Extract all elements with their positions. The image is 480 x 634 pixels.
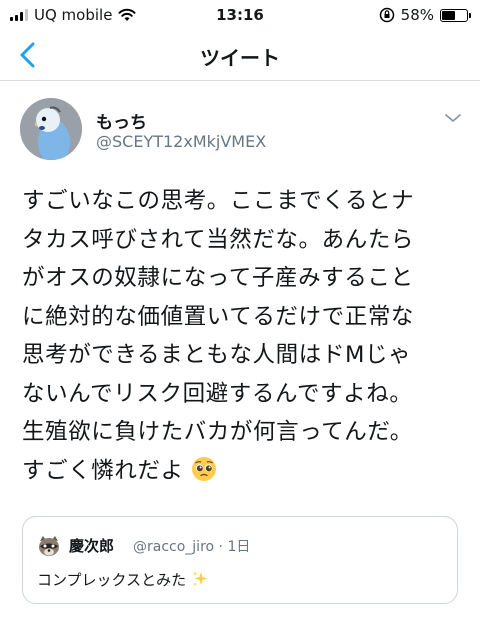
tweet-line: 思考ができるまともな人間はドMじゃ [22,342,412,368]
tweet-line: すごく憐れだよ [22,457,184,484]
cropped-timestamp-row [20,622,320,632]
avatar[interactable] [20,98,82,160]
sparkles-emoji-icon [192,571,208,587]
author-handle[interactable]: @SCEYT12xMkjVMEX [96,132,266,151]
tweet-line: タカス呼びされて当然だな。あんたら [22,226,415,253]
battery-percent: 58% [400,6,434,24]
quoted-author-name: 慶次郎 [69,537,115,555]
author-name[interactable]: もっち [96,108,147,133]
tweet-line: がオスの奴隷になって子産みすること [22,265,414,291]
quoted-text: コンプレックスとみた [37,569,209,590]
tweet-last-line: すごく憐れだよ [22,452,468,491]
battery-icon [440,8,471,22]
orientation-lock-icon [379,7,394,23]
tweet-text: すごいなこの思考。ここまでくるとナ タカス呼びされて当然だな。あんたら がオスの… [22,182,468,490]
raccoon-avatar-icon [39,536,59,556]
tweet-line: 生殖欲に負けたバカが何言ってんだ。 [22,419,413,445]
quoted-handle-time: @racco_jiro · 1日 [133,539,251,555]
pleading-face-emoji-icon [192,456,217,481]
chevron-down-icon[interactable] [444,112,462,124]
tweet-line: に絶対的な価値置いてるだけで正常な [22,303,415,330]
battery-fill [442,10,455,20]
status-right: 58% [379,6,471,24]
tweet-line: すごいなこの思考。ここまでくるとナ [22,188,415,214]
tweet-line: ないんでリスク回避するんですよね。 [22,380,413,407]
budgie-avatar-icon [20,98,82,160]
status-bar: UQ mobile 13:16 58% [0,0,480,30]
quoted-text-content: コンプレックスとみた [37,571,187,589]
page-title: ツイート [200,46,280,70]
quoted-tweet-card[interactable]: 慶次郎 @racco_jiro · 1日 コンプレックスとみた [22,516,458,604]
nav-bar: ツイート [0,30,480,81]
